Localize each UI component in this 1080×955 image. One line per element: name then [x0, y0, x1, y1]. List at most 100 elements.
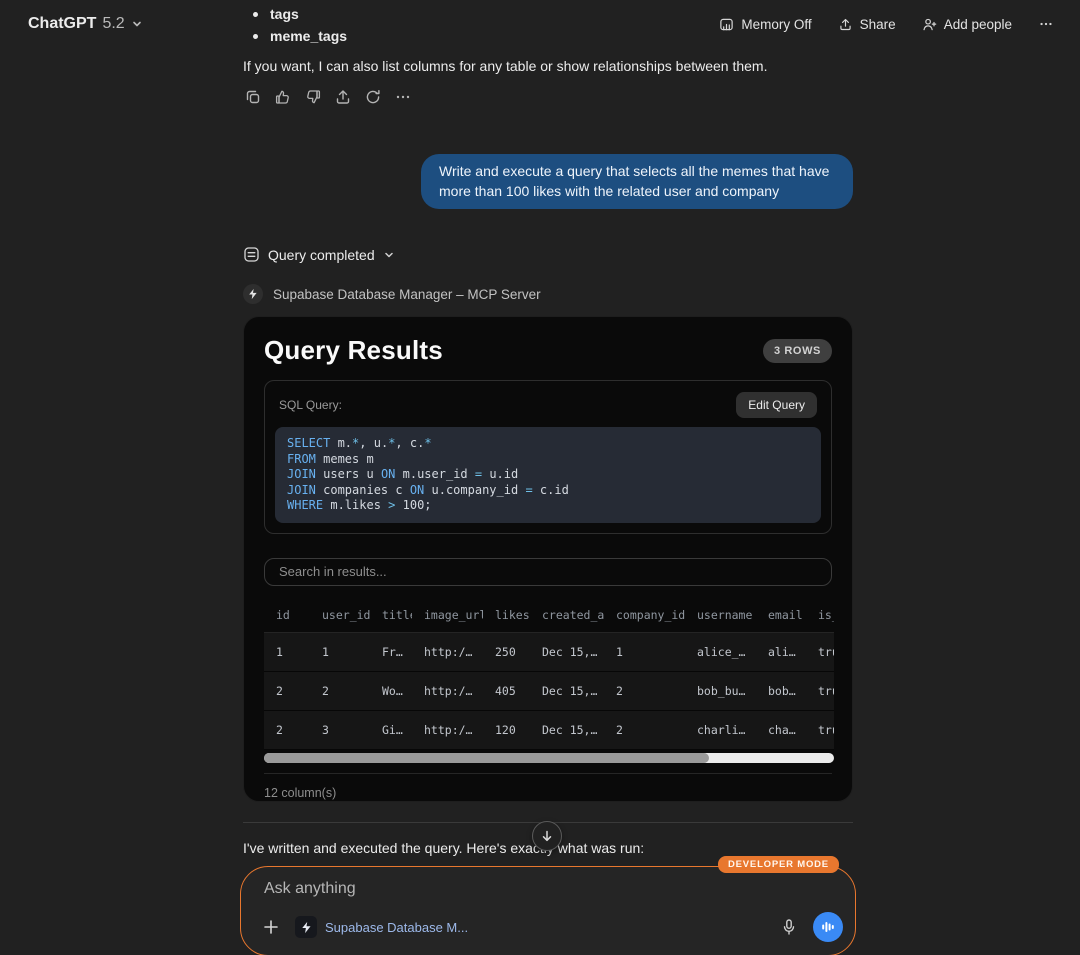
app-name: ChatGPT: [28, 15, 96, 33]
column-header: title: [370, 608, 412, 622]
share-label: Share: [860, 17, 896, 32]
thumbs-up-button[interactable]: [270, 84, 296, 110]
memory-toggle[interactable]: Memory Off: [709, 10, 821, 39]
plus-icon: [262, 918, 280, 936]
copy-button[interactable]: [240, 84, 266, 110]
microphone-icon: [780, 918, 798, 936]
sql-line: WHERE m.likes > 100;: [287, 498, 809, 514]
table-cell: Gi…: [370, 723, 412, 737]
results-search-input[interactable]: [264, 558, 832, 586]
copy-icon: [244, 88, 262, 106]
mcp-tool-chip-label: Supabase Database M...: [325, 920, 468, 935]
table-cell: 1: [604, 645, 685, 659]
table-row: 22Wo…http:/…405Dec 15,…2bob_bu…bob…true: [264, 672, 834, 711]
sql-line: FROM memes m: [287, 452, 809, 468]
sql-label: SQL Query:: [279, 398, 342, 412]
message-actions: [240, 84, 853, 110]
table-cell: bob…: [756, 684, 806, 698]
column-header: created_at: [530, 608, 604, 622]
edit-query-button[interactable]: Edit Query: [736, 392, 817, 418]
column-header: is_act: [806, 608, 834, 622]
table-cell: 1: [264, 645, 310, 659]
table-cell: 2: [604, 684, 685, 698]
table-row: 11Fr…http:/…250Dec 15,…1alice_…ali…true: [264, 633, 834, 672]
query-icon: [243, 246, 260, 263]
column-header: company_id: [604, 608, 685, 622]
table-cell: true: [806, 723, 834, 737]
table-cell: http:/…: [412, 645, 483, 659]
ellipsis-icon: [394, 88, 412, 106]
table-cell: 2: [310, 684, 370, 698]
table-cell: cha…: [756, 723, 806, 737]
supabase-bolt-icon: [295, 916, 317, 938]
user-message-bubble: Write and execute a query that selects a…: [421, 154, 853, 209]
assistant-paragraph: If you want, I can also list columns for…: [243, 56, 853, 77]
results-table: iduser_idtitleimage_urllikescreated_atco…: [264, 602, 834, 750]
mcp-tool-chip[interactable]: Supabase Database M...: [295, 916, 468, 938]
add-people-button[interactable]: Add people: [912, 10, 1022, 39]
top-bar: ChatGPT 5.2 Memory Off Share: [0, 0, 1080, 48]
sql-line: JOIN companies c ON u.company_id = c.id: [287, 483, 809, 499]
regenerate-button[interactable]: [360, 84, 386, 110]
table-row: 23Gi…http:/…120Dec 15,…2charli…cha…true: [264, 711, 834, 750]
column-header: email: [756, 608, 806, 622]
tool-status-toggle[interactable]: Query completed: [243, 246, 853, 263]
mcp-server-label: Supabase Database Manager – MCP Server: [273, 287, 541, 302]
table-cell: 250: [483, 645, 530, 659]
waveform-icon: [821, 920, 835, 934]
header-actions: Memory Off Share Add people: [709, 9, 1064, 39]
sql-line: JOIN users u ON m.user_id = u.id: [287, 467, 809, 483]
table-cell: Wo…: [370, 684, 412, 698]
sql-code: SELECT m.*, u.*, c.*FROM memes mJOIN use…: [275, 427, 821, 523]
row-count-badge: 3 ROWS: [763, 339, 832, 363]
regenerate-icon: [364, 88, 382, 106]
table-cell: true: [806, 684, 834, 698]
sql-line: SELECT m.*, u.*, c.*: [287, 436, 809, 452]
user-message-row: Write and execute a query that selects a…: [243, 154, 853, 209]
tool-status-label: Query completed: [268, 247, 375, 263]
sql-query-panel: SQL Query: Edit Query SELECT m.*, u.*, c…: [264, 380, 832, 534]
table-cell: 1: [310, 645, 370, 659]
table-cell: bob_bu…: [685, 684, 756, 698]
ellipsis-icon: [1038, 16, 1054, 32]
query-results-card: Query Results 3 ROWS SQL Query: Edit Que…: [243, 316, 853, 802]
table-cell: 2: [604, 723, 685, 737]
scroll-to-bottom-button[interactable]: [532, 821, 562, 851]
column-header: id: [264, 608, 310, 622]
more-options-button[interactable]: [1028, 9, 1064, 39]
column-header: image_url: [412, 608, 483, 622]
voice-mode-button[interactable]: [813, 912, 843, 942]
scrollbar-thumb[interactable]: [264, 753, 709, 763]
thumbs-up-icon: [274, 88, 292, 106]
table-cell: Dec 15,…: [530, 684, 604, 698]
composer: Supabase Database M...: [240, 866, 856, 955]
chatgpt-window: ChatGPT 5.2 Memory Off Share: [0, 0, 1080, 955]
attach-button[interactable]: [257, 913, 285, 941]
thumbs-down-icon: [304, 88, 322, 106]
memory-label: Memory Off: [741, 17, 811, 32]
share-icon: [838, 17, 853, 32]
memory-icon: [719, 17, 734, 32]
table-horizontal-scrollbar[interactable]: [264, 753, 834, 763]
table-cell: true: [806, 645, 834, 659]
more-actions-button[interactable]: [390, 84, 416, 110]
message-input[interactable]: [264, 880, 684, 898]
table-cell: Fr…: [370, 645, 412, 659]
table-cell: charli…: [685, 723, 756, 737]
table-cell: 3: [310, 723, 370, 737]
share-message-button[interactable]: [330, 84, 356, 110]
thumbs-down-button[interactable]: [300, 84, 326, 110]
table-cell: 2: [264, 723, 310, 737]
arrow-down-icon: [540, 829, 554, 843]
table-cell: Dec 15,…: [530, 645, 604, 659]
dictate-button[interactable]: [775, 913, 803, 941]
conversation-column: tagsmeme_tags If you want, I can also li…: [243, 0, 853, 955]
table-cell: 120: [483, 723, 530, 737]
model-selector[interactable]: ChatGPT 5.2: [28, 15, 143, 33]
share-button[interactable]: Share: [828, 10, 906, 39]
column-header: username: [685, 608, 756, 622]
sql-panel-header: SQL Query: Edit Query: [275, 391, 821, 427]
table-cell: alice_…: [685, 645, 756, 659]
card-title: Query Results: [264, 335, 443, 366]
card-header: Query Results 3 ROWS: [264, 335, 832, 366]
